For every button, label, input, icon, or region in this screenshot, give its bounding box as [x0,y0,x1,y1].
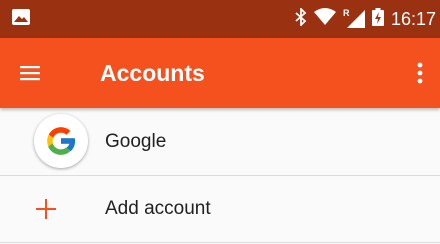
image-notification-icon [12,8,30,30]
wifi-icon [313,8,336,30]
status-time: 16:17 [390,8,436,29]
google-logo-icon [34,114,88,168]
accounts-list: Google Add account [0,108,440,243]
add-account-button[interactable]: Add account [0,176,440,243]
roaming-indicator: R [342,8,350,18]
app-bar: Accounts [0,38,440,108]
battery-charging-icon [371,7,384,31]
more-vert-icon[interactable] [406,38,434,108]
status-bar: R 16:17 [0,0,440,38]
hamburger-menu-icon[interactable] [0,38,60,108]
plus-icon [36,199,56,219]
page-title: Accounts [100,59,205,86]
bluetooth-icon [295,6,307,31]
add-account-label: Add account [105,198,211,219]
list-item-google-account[interactable]: Google [0,108,440,176]
account-label-google: Google [105,130,167,152]
cell-signal-icon: R [342,8,365,28]
